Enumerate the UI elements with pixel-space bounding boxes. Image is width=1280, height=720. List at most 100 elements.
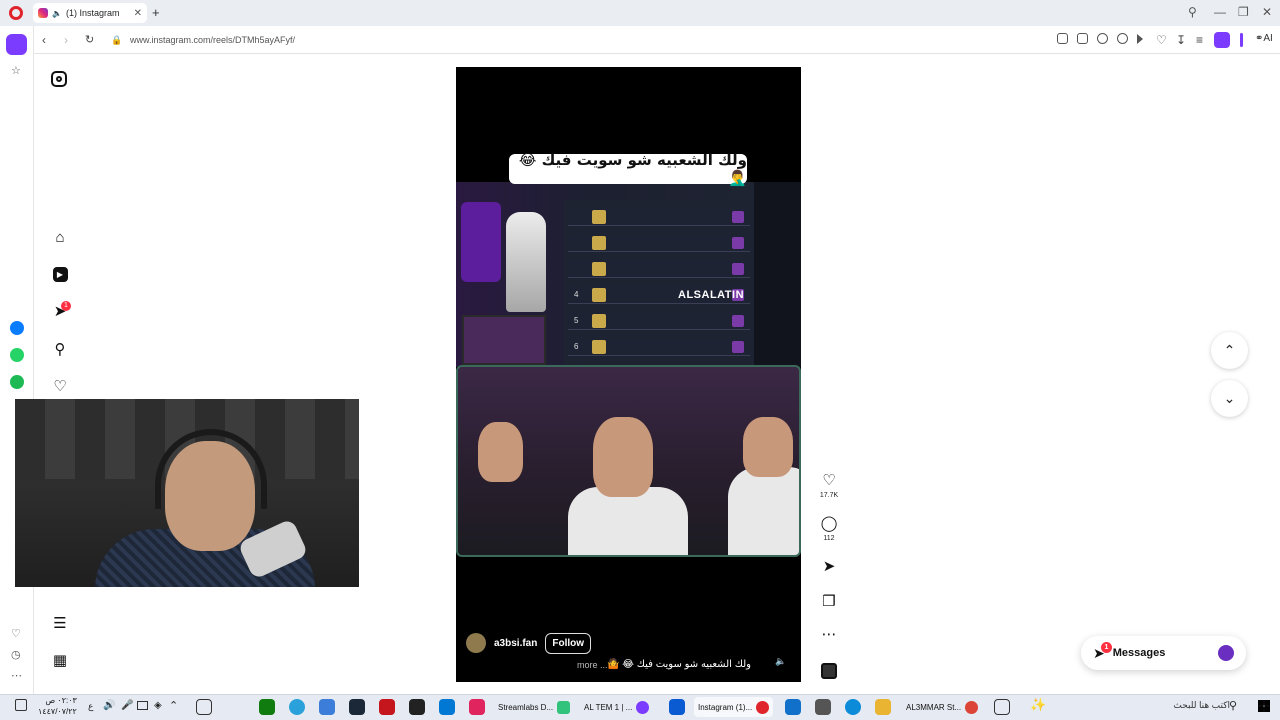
new-tab-button[interactable]: + — [152, 5, 160, 20]
more-menu-icon[interactable]: ☰ — [50, 613, 70, 633]
reel-caption-more[interactable]: more ... — [577, 660, 608, 670]
app-icon[interactable] — [319, 699, 335, 715]
whatsapp-icon[interactable] — [10, 348, 24, 362]
taskbar-search[interactable]: اكتب هنا للبحث — [1100, 697, 1248, 717]
reels-icon[interactable]: ▶ — [50, 264, 70, 284]
notifications-heart-icon[interactable]: ♡ — [50, 376, 70, 396]
maximize-button[interactable]: ❐ — [1238, 5, 1249, 19]
keyboard-icon[interactable] — [196, 699, 212, 715]
video-person-right-shirt — [728, 467, 799, 555]
more-options-icon[interactable]: ⋯ — [820, 625, 838, 643]
url-field[interactable]: www.instagram.com/reels/DTMh5ayAFyf/ — [130, 35, 295, 45]
task-view-icon[interactable] — [994, 699, 1010, 715]
messenger-icon[interactable] — [10, 321, 24, 335]
audio-thumbnail[interactable] — [821, 663, 837, 679]
heart-icon[interactable]: ♡ — [1156, 33, 1167, 47]
tab-instagram[interactable]: 🔈 (1) Instagram ✕ — [33, 3, 147, 23]
webcam-overlay — [15, 399, 359, 587]
copilot-sparkle-icon[interactable]: ✨ — [1030, 697, 1046, 713]
taskbar-clock[interactable]: ٠٢:٠٣ ص ١٤٤٧/٠٧/٢٢ — [38, 695, 77, 717]
mute-icon[interactable]: 🔈 — [775, 656, 786, 667]
video-person-center-shirt — [568, 487, 688, 555]
taskbar-search-icon[interactable]: ⚲ — [1229, 699, 1237, 712]
download-icon[interactable]: ↧ — [1176, 33, 1186, 47]
save-icon[interactable]: ❒ — [820, 592, 838, 610]
steam-icon[interactable] — [349, 699, 365, 715]
opera-logo-icon[interactable] — [9, 6, 23, 20]
leaderboard-row: 6 — [568, 338, 750, 356]
capcut-icon[interactable] — [409, 699, 425, 715]
speaker-icon[interactable]: 🔈 — [52, 9, 62, 18]
reel-author-row: a3bsi.fan Follow — [466, 631, 592, 655]
shield-icon[interactable] — [1097, 33, 1108, 44]
reel-author-avatar[interactable] — [466, 633, 486, 653]
close-window-button[interactable]: ✕ — [1262, 5, 1272, 19]
profile-icon[interactable] — [1214, 32, 1230, 48]
telegram-icon[interactable] — [289, 699, 305, 715]
messages-avatar — [1218, 645, 1234, 661]
xbox-icon[interactable] — [259, 699, 275, 715]
camera-icon[interactable] — [1077, 33, 1088, 44]
taskbar-streamlabs[interactable]: Streamlabs D... — [494, 697, 574, 717]
video-person-left — [478, 422, 523, 482]
app-icon-2[interactable] — [439, 699, 455, 715]
game-launcher-icon[interactable] — [379, 699, 395, 715]
sidebar-heart-icon[interactable]: ♡ — [11, 627, 21, 640]
share-icon[interactable]: ➤ — [820, 557, 838, 575]
video-game-screen: 4 5 6 — [456, 182, 801, 367]
play-icon[interactable] — [1137, 34, 1143, 44]
also-from-meta-icon[interactable]: ▦ — [50, 650, 70, 670]
previous-reel-button[interactable]: ⌃ — [1211, 332, 1248, 369]
spotify-icon[interactable] — [10, 375, 24, 389]
taskbar-al-tem[interactable]: AL TEM 1 | ... — [580, 697, 653, 717]
comment-icon[interactable]: ◯ — [820, 514, 838, 532]
instagram-logo-icon[interactable] — [51, 71, 67, 87]
taskbar-instagram[interactable]: Instagram (1)... — [694, 697, 774, 717]
mic-icon[interactable]: 🎤 — [121, 700, 133, 711]
leaderboard-row — [568, 234, 750, 252]
clock-date: ١٤٤٧/٠٧/٢٢ — [38, 707, 77, 716]
menu-icon[interactable]: ≡ — [1196, 33, 1203, 47]
volume-icon[interactable]: 🔊 — [103, 700, 115, 711]
minimize-button[interactable]: — — [1214, 5, 1226, 19]
language-indicator[interactable]: ع — [88, 701, 93, 712]
home-icon[interactable]: ⌂ — [50, 227, 70, 247]
outlook-icon[interactable] — [785, 699, 801, 715]
leaderboard-row: 5 — [568, 312, 750, 330]
back-icon[interactable]: ‹ — [42, 33, 46, 47]
reel-author-username[interactable]: a3bsi.fan — [494, 638, 537, 649]
sidebar-home-icon[interactable] — [6, 34, 27, 55]
follow-button[interactable]: Follow — [545, 632, 592, 654]
file-explorer-icon[interactable] — [875, 699, 891, 715]
search-icon[interactable]: ⚲ — [50, 339, 70, 359]
taskbar-chrome[interactable]: AL3MMAR St... — [902, 697, 982, 717]
tab-close-icon[interactable]: ✕ — [134, 8, 142, 19]
clock-time: ٠٢:٠٣ ص — [45, 696, 77, 705]
vpn-icon[interactable] — [1117, 33, 1128, 44]
edge-icon[interactable] — [845, 699, 861, 715]
sidebar-history-icon[interactable]: ◷ — [11, 648, 21, 661]
messages-button[interactable]: ➤ 1 Messages — [1081, 636, 1246, 670]
ai-label: AI — [1263, 33, 1273, 44]
reload-icon[interactable]: ↻ — [85, 33, 94, 46]
sidebar-more-icon[interactable]: ⋯ — [11, 669, 22, 682]
search-tabs-icon[interactable]: ⚲ — [1188, 5, 1197, 19]
notifications-icon[interactable] — [15, 699, 27, 711]
video-neon-light — [461, 202, 501, 282]
like-icon[interactable]: ♡ — [820, 471, 838, 489]
reel-video[interactable]: 4 5 6 ALSALATIN ولك الشعبيه شو سويت فيك … — [456, 67, 801, 682]
display-icon[interactable] — [137, 701, 148, 710]
video-leaderboard: 4 5 6 — [564, 200, 754, 365]
tiktok-icon[interactable] — [469, 699, 485, 715]
edit-icon[interactable] — [1057, 33, 1068, 44]
sidebar-speed-dial-icon[interactable]: ☆ — [11, 64, 21, 77]
windows-start-icon[interactable] — [1258, 700, 1270, 712]
next-reel-button[interactable]: ⌄ — [1211, 380, 1248, 417]
forward-icon[interactable]: › — [64, 33, 68, 47]
tray-chevron-icon[interactable]: ⌃ — [169, 699, 178, 712]
network-icon[interactable]: ◈ — [154, 700, 162, 711]
app-icon-3[interactable] — [669, 699, 685, 715]
like-count: 17.7K — [819, 492, 839, 499]
ai-button[interactable]: ⚭AI — [1255, 33, 1273, 44]
store-icon[interactable] — [815, 699, 831, 715]
